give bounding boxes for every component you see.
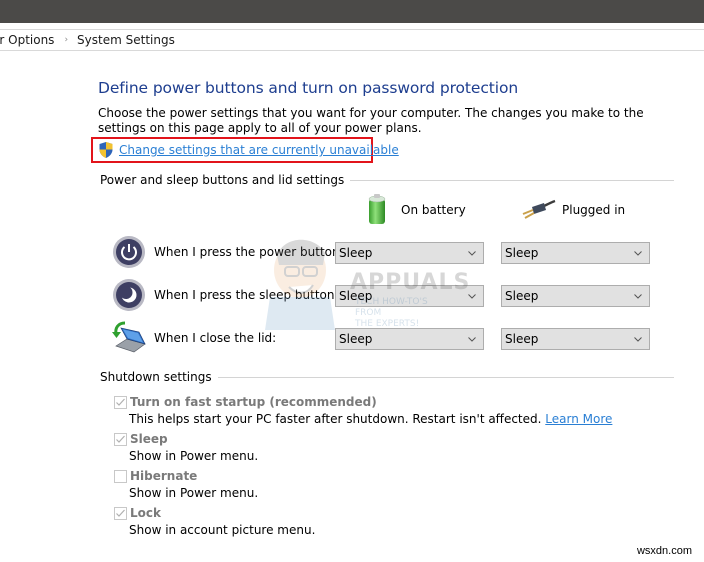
sleep-button-label: When I press the sleep button: [154,288,339,302]
learn-more-link[interactable]: Learn More [545,412,612,426]
select-value: Sleep [505,289,539,303]
power-button-label: When I press the power button: [154,245,344,259]
sleep-description: Show in Power menu. [129,449,259,463]
chevron-down-icon [634,251,642,256]
battery-icon [368,194,386,224]
plugged-in-header: Plugged in [562,203,626,217]
page-title: Define power buttons and turn on passwor… [98,79,519,97]
chevron-down-icon [634,337,642,342]
plug-icon [522,199,556,219]
lock-checkbox[interactable] [114,507,127,520]
sleep-button-battery-select[interactable]: Sleep [335,285,484,307]
change-settings-link[interactable]: Change settings that are currently unava… [119,143,399,157]
breadcrumb-chevron-icon[interactable]: › [64,35,68,45]
close-lid-plugged-select[interactable]: Sleep [501,328,650,350]
breadcrumb-power-options[interactable]: er Options [0,33,54,47]
close-lid-battery-select[interactable]: Sleep [335,328,484,350]
page-description: Choose the power settings that you want … [98,106,644,135]
chevron-down-icon [468,337,476,342]
site-watermark: wsxdn.com [636,545,692,557]
close-lid-label: When I close the lid: [154,331,277,345]
address-bar[interactable]: er Options › System Settings [0,29,704,51]
fast-startup-description: This helps start your PC faster after sh… [129,412,612,426]
hibernate-checkbox[interactable] [114,470,127,483]
lock-description: Show in account picture menu. [129,523,316,537]
sleep-checkbox[interactable] [114,433,127,446]
laptop-lid-icon [112,321,146,353]
power-button-battery-select[interactable]: Sleep [335,242,484,264]
shutdown-section-title: Shutdown settings [100,370,218,384]
sleep-button-icon [113,279,145,311]
chevron-down-icon [468,251,476,256]
fast-startup-label: Turn on fast startup (recommended) [130,395,377,409]
hibernate-description: Show in Power menu. [129,486,259,500]
checkmark-icon [116,435,125,443]
checkmark-icon [116,509,125,517]
sleep-label: Sleep [130,432,168,446]
select-value: Sleep [505,246,539,260]
on-battery-header: On battery [401,203,466,217]
select-value: Sleep [339,332,373,346]
select-value: Sleep [339,246,373,260]
fast-startup-description-text: This helps start your PC faster after sh… [129,412,546,426]
hibernate-label: Hibernate [130,469,198,483]
fast-startup-checkbox[interactable] [114,396,127,409]
window-titlebar [0,0,704,23]
select-value: Sleep [339,289,373,303]
sleep-button-plugged-select[interactable]: Sleep [501,285,650,307]
power-section-title: Power and sleep buttons and lid settings [100,173,351,187]
checkmark-icon [116,398,125,406]
chevron-down-icon [634,294,642,299]
breadcrumb: er Options › System Settings [0,33,175,47]
power-button-icon [113,236,145,268]
uac-shield-icon [99,142,113,158]
power-button-plugged-select[interactable]: Sleep [501,242,650,264]
breadcrumb-system-settings[interactable]: System Settings [77,33,175,47]
chevron-down-icon [468,294,476,299]
lock-label: Lock [130,506,161,520]
select-value: Sleep [505,332,539,346]
